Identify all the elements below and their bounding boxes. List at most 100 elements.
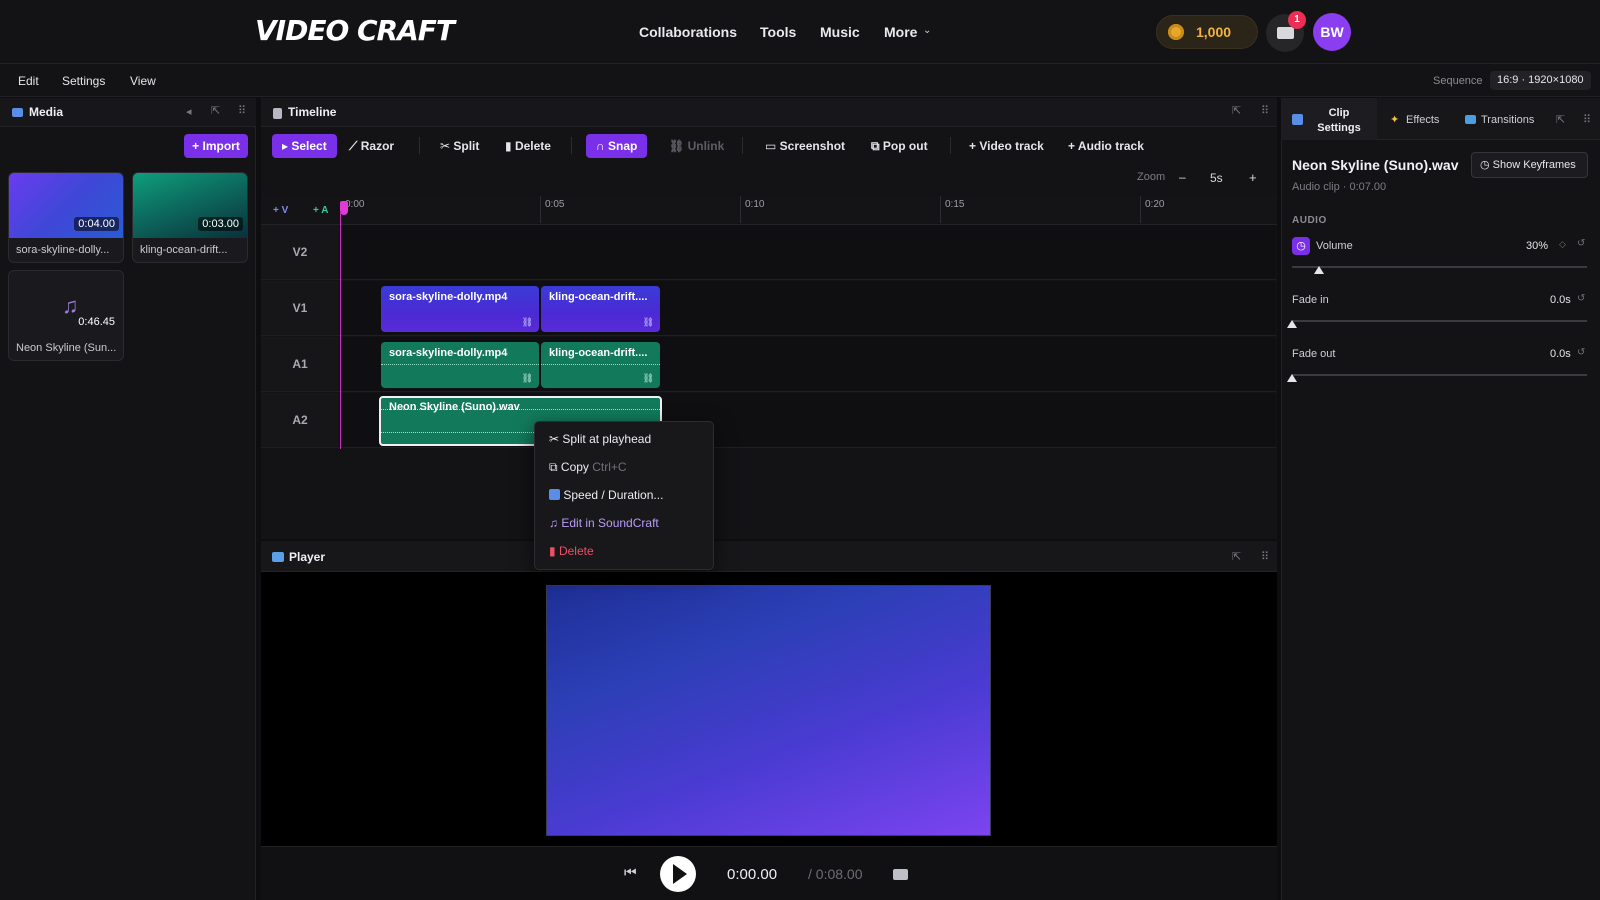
ctx-speed-item[interactable]: Speed / Duration... [549, 488, 663, 502]
sparkle-icon: ✦ [1390, 114, 1400, 126]
add-video-track-button[interactable]: + Video track [969, 139, 1044, 153]
track-header-a2[interactable]: A2 [261, 393, 339, 448]
track-header-v1[interactable]: V1 [261, 281, 339, 336]
ctx-copy-item[interactable]: ⧉ Copy Ctrl+C [549, 460, 627, 475]
camera-icon: ▭ [765, 139, 780, 153]
reset-icon[interactable]: ↺ [1577, 238, 1585, 249]
keyframe-toggle-icon[interactable]: ◷ [1292, 237, 1310, 255]
volume-slider-thumb[interactable] [1314, 266, 1324, 274]
delete-button[interactable]: ▮ Delete [505, 139, 551, 153]
camera-icon[interactable] [893, 869, 908, 880]
media-item[interactable]: 0:03.00 kling-ocean-drift... [132, 172, 248, 263]
skip-back-icon[interactable]: ⏮ [624, 864, 637, 881]
keyframe-diamond-icon[interactable]: ◇ [1559, 239, 1566, 250]
volume-slider-track[interactable] [1292, 266, 1587, 268]
video-clip[interactable]: kling-ocean-drift.... ⛓ [541, 286, 660, 332]
clip-label: Neon Skyline (Suno).wav [389, 401, 520, 413]
razor-label: Razor [360, 139, 395, 153]
ctx-soundcraft-label: Edit in SoundCraft [561, 516, 659, 530]
avatar[interactable]: BW [1313, 13, 1351, 51]
snap-toggle[interactable]: ∩ Snap [586, 134, 648, 158]
snap-label: Snap [608, 139, 638, 153]
reset-icon[interactable]: ↺ [1577, 347, 1585, 358]
fade-in-slider-track[interactable] [1292, 320, 1587, 322]
ctx-split-item[interactable]: ✂ Split at playhead [549, 432, 651, 446]
popout-icon[interactable]: ⇱ [211, 104, 220, 117]
fade-out-slider-thumb[interactable] [1287, 374, 1297, 382]
zoom-out-button[interactable]: – [1179, 170, 1186, 184]
menu-settings[interactable]: Settings [62, 74, 105, 88]
tab-effects[interactable]: Effects [1406, 114, 1439, 126]
app-logo[interactable]: VIDEO CRAFT [255, 14, 455, 47]
ctx-soundcraft-item[interactable]: ♫ Edit in SoundCraft [549, 516, 659, 530]
delete-label: Delete [514, 139, 551, 153]
fade-out-slider-track[interactable] [1292, 374, 1587, 376]
credits-value: 1,000 [1196, 24, 1232, 40]
top-nav [0, 0, 1600, 64]
drag-handle-icon[interactable]: ⠿ [1583, 113, 1591, 126]
ctx-speed-label: Speed / Duration... [563, 488, 664, 502]
track-v2[interactable] [339, 225, 1276, 280]
playhead-handle[interactable] [340, 201, 348, 215]
add-video-track-mini[interactable]: + V [273, 205, 288, 216]
player-preview[interactable] [546, 585, 991, 836]
menu-view[interactable]: View [130, 74, 156, 88]
drag-handle-icon[interactable]: ⠿ [238, 104, 246, 117]
menu-bar [0, 64, 1600, 97]
nav-tools[interactable]: Tools [760, 24, 796, 40]
ctx-copy-shortcut: Ctrl+C [592, 460, 627, 474]
screenshot-button[interactable]: ▭ Screenshot [765, 139, 845, 153]
media-item[interactable]: ♫ 0:46.45 Neon Skyline (Sun... [8, 270, 124, 361]
show-keyframes-label: ◷ Show Keyframes [1480, 158, 1576, 171]
sequence-value[interactable]: 16:9 · 1920×1080 [1490, 71, 1591, 90]
media-duration: 0:46.45 [78, 316, 115, 328]
ruler-label: 0:15 [945, 199, 965, 210]
audio-clip[interactable]: sora-skyline-dolly.mp4 ⛓ [381, 342, 539, 388]
timeline-tab[interactable]: Timeline [288, 105, 336, 119]
popout-icon[interactable]: ⇱ [1556, 113, 1565, 126]
video-clip[interactable]: sora-skyline-dolly.mp4 ⛓ [381, 286, 539, 332]
unlink-button[interactable]: ⛓ Unlink [669, 139, 724, 153]
reset-icon[interactable]: ↺ [1577, 293, 1585, 304]
media-icon [12, 108, 23, 117]
add-audio-track-button[interactable]: + Audio track [1068, 139, 1144, 153]
ruler-tick [740, 196, 741, 223]
zoom-in-button[interactable]: + [1249, 170, 1257, 185]
coin-icon [1168, 24, 1184, 40]
razor-tool-button[interactable]: ⟋ Razor [349, 139, 394, 154]
track-header-a1[interactable]: A1 [261, 337, 339, 392]
popout-label: Pop out [882, 139, 928, 153]
popout-button[interactable]: ⧉ Pop out [871, 139, 928, 154]
collapse-left-icon[interactable]: ◂ [186, 105, 192, 118]
media-tab[interactable]: Media [29, 105, 63, 119]
current-time: 0:00.00 [727, 866, 778, 883]
ctx-delete-label: Delete [558, 544, 594, 558]
menu-edit[interactable]: Edit [18, 74, 39, 88]
track-header-v2[interactable]: V2 [261, 225, 339, 280]
popout-icon[interactable]: ⇱ [1232, 550, 1241, 563]
drag-handle-icon[interactable]: ⠿ [1261, 104, 1269, 117]
audio-clip[interactable]: kling-ocean-drift.... ⛓ [541, 342, 660, 388]
media-item[interactable]: 0:04.00 sora-skyline-dolly... [8, 172, 124, 263]
razor-icon: ⟋ [349, 139, 361, 153]
ctx-delete-item[interactable]: ▮ Delete [549, 544, 594, 558]
time-ruler[interactable] [261, 196, 1277, 225]
nav-collaborations[interactable]: Collaborations [639, 24, 737, 40]
popout-icon[interactable]: ⇱ [1232, 104, 1241, 117]
inbox-icon [1277, 27, 1294, 39]
drag-handle-icon[interactable]: ⠿ [1261, 550, 1269, 563]
fade-in-slider-thumb[interactable] [1287, 320, 1297, 328]
split-button[interactable]: ✂ Split [440, 139, 479, 153]
clip-settings-panel [1281, 98, 1600, 900]
player-tab[interactable]: Player [289, 550, 325, 564]
waveform [541, 364, 660, 366]
tab-transitions[interactable]: Transitions [1481, 114, 1534, 126]
add-audio-track-mini[interactable]: + A [313, 205, 328, 216]
volume-value: 30% [1526, 240, 1549, 252]
import-button[interactable]: + Import [184, 134, 248, 158]
popout-icon: ⧉ [871, 139, 883, 153]
nav-music[interactable]: Music [820, 24, 860, 40]
media-name: Neon Skyline (Sun... [16, 342, 117, 354]
nav-more[interactable]: More [884, 24, 917, 40]
select-tool-button[interactable]: ▸ Select [272, 134, 337, 158]
